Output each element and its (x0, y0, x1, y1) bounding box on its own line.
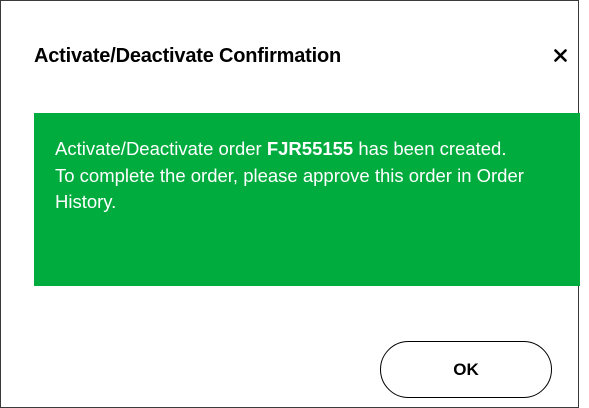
message-prefix: Activate/Deactivate order (55, 138, 267, 159)
message-instruction: To complete the order, please approve th… (55, 164, 524, 213)
message-suffix: has been created. (353, 138, 507, 159)
close-button[interactable] (547, 42, 573, 68)
dialog-title: Activate/Deactivate Confirmation (34, 45, 342, 67)
close-icon (553, 48, 567, 62)
ok-button[interactable]: OK (380, 341, 552, 398)
confirmation-dialog: Activate/Deactivate Confirmation Activat… (0, 0, 580, 408)
order-id: FJR55155 (266, 138, 354, 159)
success-message-banner: Activate/Deactivate order FJR55155 has b… (34, 113, 580, 286)
